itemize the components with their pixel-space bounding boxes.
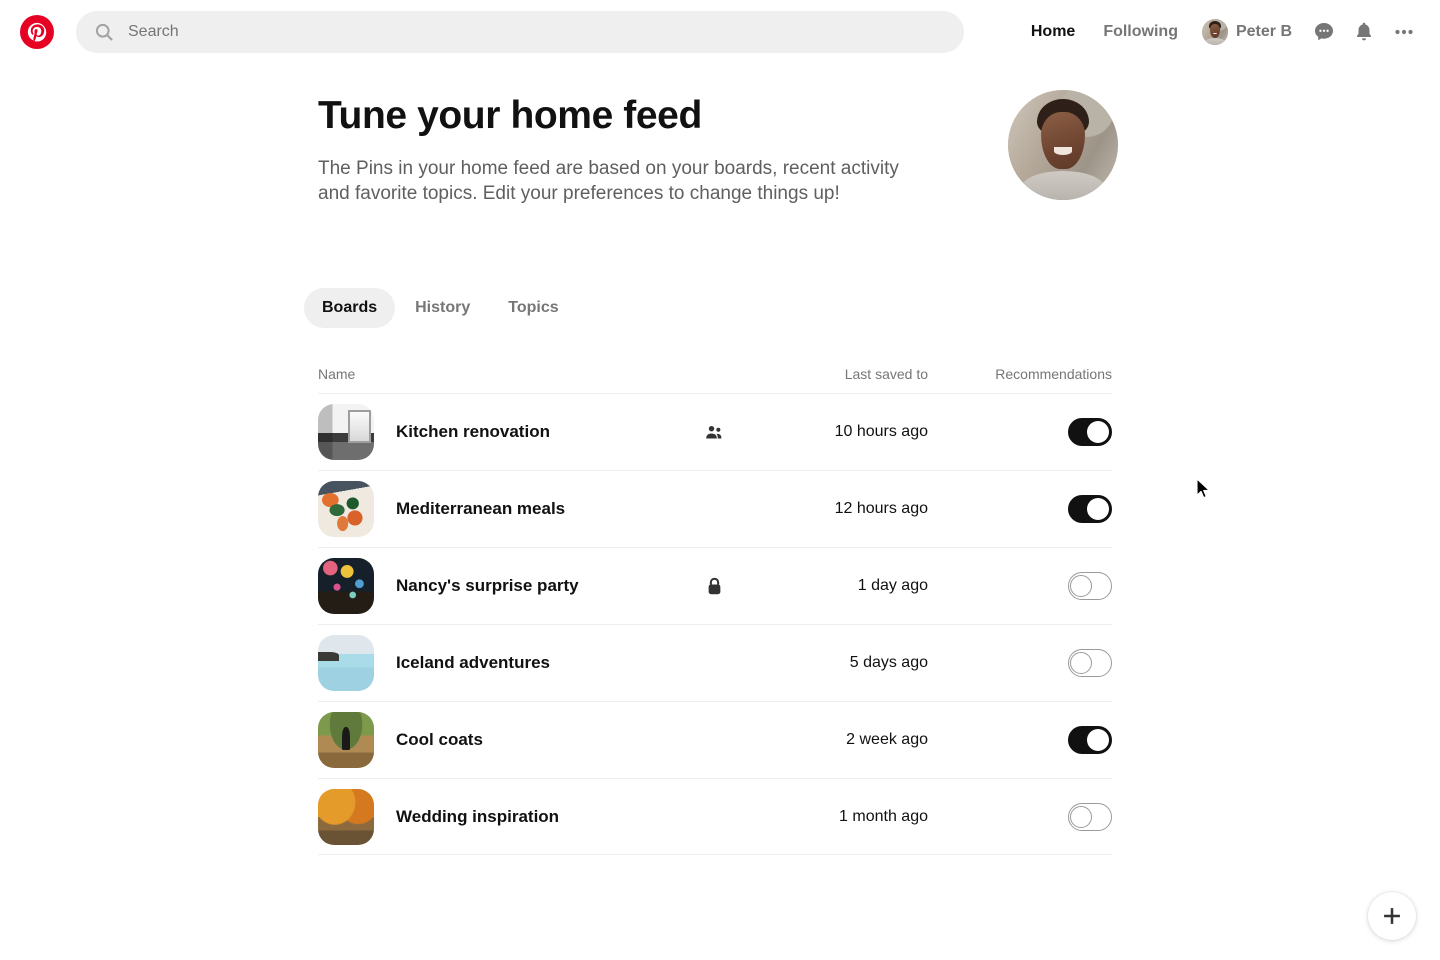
page-title: Tune your home feed [318,94,702,137]
table-row[interactable]: Nancy's surprise party 1 day ago [318,547,1112,624]
last-saved-value: 1 day ago [857,577,928,594]
board-title: Iceland adventures [396,653,551,672]
recommendations-toggle[interactable] [1068,649,1112,677]
board-name-cell[interactable]: Nancy's surprise party [318,558,684,614]
page-content: Tune your home feed The Pins in your hom… [0,64,1440,960]
recommendations-cell [934,802,1112,831]
last-saved-value: 10 hours ago [834,423,928,440]
profile-photo [1008,90,1118,200]
recommendations-cell [934,572,1112,600]
recommendations-cell [934,495,1112,523]
search-bar[interactable] [76,11,964,53]
tab-boards[interactable]: Boards [304,288,396,328]
board-title: Wedding inspiration [396,806,560,826]
board-thumbnail [318,788,374,845]
lock-icon [708,577,720,594]
column-header-last-saved: Last saved to [844,366,928,382]
board-name-cell[interactable]: Cool coats [318,712,684,768]
board-title: Nancy's surprise party [396,576,579,595]
board-badge-cell [684,576,744,597]
tab-list: Boards History Topics [304,288,577,328]
board-name-cell[interactable]: Wedding inspiration [318,788,684,845]
board-name-cell[interactable]: Mediterranean meals [318,481,684,537]
recommendations-cell [934,418,1112,446]
hero-section: Tune your home feed The Pins in your hom… [318,90,1120,206]
table-row[interactable]: Cool coats 2 week ago [318,701,1112,778]
tab-history[interactable]: History [397,288,488,328]
pinterest-logo-icon[interactable] [20,15,54,49]
board-thumbnail [318,558,374,614]
plus-icon [1384,908,1400,924]
board-thumbnail [318,635,374,691]
recommendations-cell [934,649,1112,677]
create-button[interactable] [1368,892,1416,940]
board-thumbnail [318,481,374,537]
last-saved-value: 12 hours ago [834,500,928,517]
last-saved-value: 2 week ago [846,731,928,748]
table-row[interactable]: Mediterranean meals 12 hours ago [318,470,1112,547]
board-title: Kitchen renovation [396,422,550,441]
boards-table: Name Last saved to Recommendations Kitch… [318,366,1112,855]
recommendations-cell [934,726,1112,754]
user-name-label: Peter B [1235,23,1292,40]
last-saved-value: 1 month ago [839,807,928,825]
notifications-bell-icon[interactable] [1344,12,1384,52]
collaborators-icon [705,425,721,438]
header-nav-actions: Home Following Peter B [1017,12,1424,52]
board-thumbnail [318,404,374,460]
column-header-name: Name [318,366,356,382]
table-row[interactable]: Iceland adventures 5 days ago [318,624,1112,701]
recommendations-toggle[interactable] [1068,802,1112,831]
recommendations-toggle[interactable] [1068,495,1112,523]
hero-text: Tune your home feed The Pins in your hom… [318,90,938,206]
column-header-recommendations: Recommendations [995,366,1112,382]
board-name-cell[interactable]: Kitchen renovation [318,404,684,460]
board-title: Cool coats [396,730,483,749]
board-badge-cell [684,422,744,443]
tab-topics[interactable]: Topics [490,288,576,328]
top-navigation-bar: Home Following Peter B [0,0,1440,64]
more-options-icon[interactable] [1384,12,1424,52]
board-title: Mediterranean meals [396,499,566,518]
table-header-row: Name Last saved to Recommendations [318,366,1112,393]
page-description: The Pins in your home feed are based on … [318,157,899,204]
board-thumbnail [318,712,374,768]
mouse-cursor [1196,478,1210,499]
nav-link-following[interactable]: Following [1089,15,1192,49]
messages-icon[interactable] [1304,12,1344,52]
recommendations-toggle[interactable] [1068,726,1112,754]
table-row[interactable]: Wedding inspiration 1 month ago [318,778,1112,855]
table-row[interactable]: Kitchen renovation 10 hours ago [318,393,1112,470]
avatar [1201,19,1228,45]
last-saved-value: 5 days ago [849,654,928,671]
user-menu-button[interactable]: Peter B [1192,13,1304,51]
search-icon [95,23,113,41]
recommendations-toggle[interactable] [1068,418,1112,446]
board-name-cell[interactable]: Iceland adventures [318,635,684,691]
nav-link-home[interactable]: Home [1017,15,1089,49]
search-input[interactable] [128,11,946,53]
recommendations-toggle[interactable] [1068,572,1112,600]
